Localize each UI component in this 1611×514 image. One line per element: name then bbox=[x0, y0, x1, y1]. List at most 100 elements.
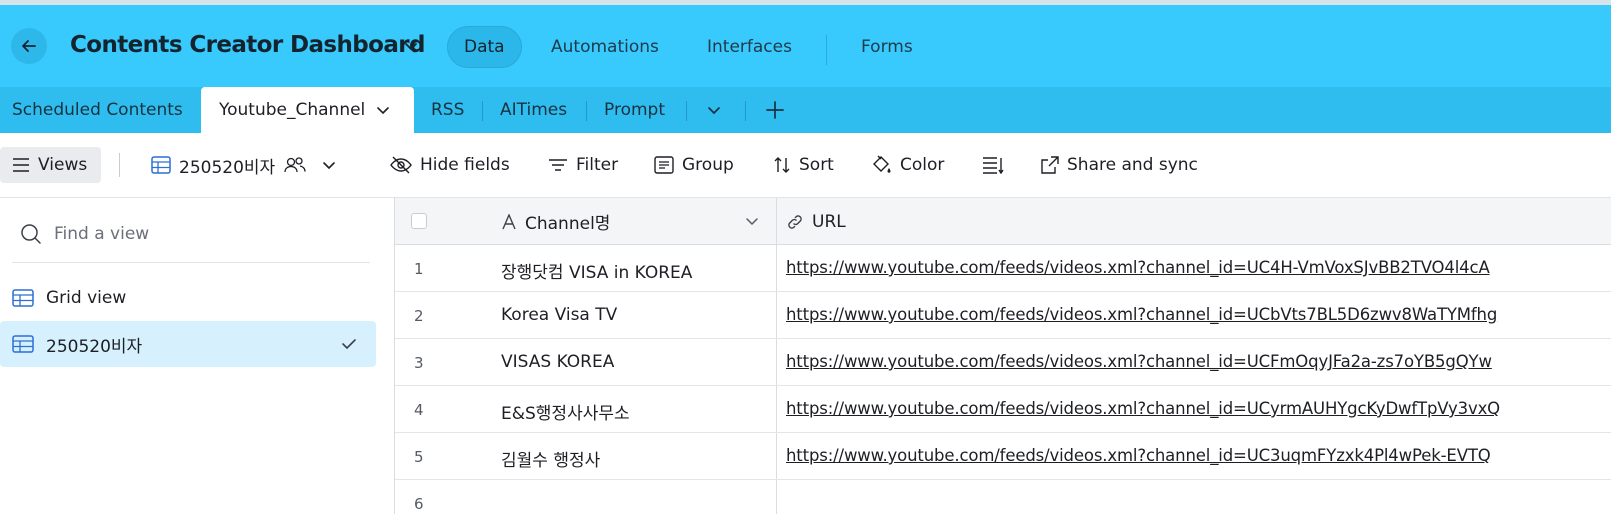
views-sidebar: Find a view Grid view 250520비자 bbox=[0, 198, 394, 514]
current-view-switcher[interactable]: 250520비자 bbox=[151, 147, 337, 183]
table-tab-prompt[interactable]: Prompt bbox=[604, 87, 665, 133]
text-field-icon bbox=[502, 213, 516, 229]
add-table-button[interactable] bbox=[765, 87, 785, 133]
group-button[interactable]: Group bbox=[654, 147, 734, 183]
grid-icon bbox=[12, 289, 34, 307]
url-cell-link[interactable]: https://www.youtube.com/feeds/videos.xml… bbox=[786, 305, 1497, 324]
sort-icon bbox=[774, 157, 790, 173]
group-label: Group bbox=[682, 155, 734, 175]
hide-fields-label: Hide fields bbox=[420, 155, 510, 175]
tab-divider bbox=[586, 101, 587, 121]
base-title[interactable]: Contents Creator Dashboard bbox=[70, 32, 425, 58]
tab-divider bbox=[482, 101, 483, 121]
table-row[interactable]: 3 VISAS KOREA https://www.youtube.com/fe… bbox=[395, 339, 1611, 386]
table-row[interactable]: 2 Korea Visa TV https://www.youtube.com/… bbox=[395, 292, 1611, 339]
column-header-url[interactable]: URL bbox=[786, 198, 846, 245]
more-tables-button[interactable] bbox=[705, 87, 723, 133]
nav-divider bbox=[826, 35, 827, 65]
nav-tab-automations[interactable]: Automations bbox=[551, 26, 659, 68]
row-height-button[interactable] bbox=[982, 147, 1004, 183]
find-view-placeholder: Find a view bbox=[54, 224, 150, 244]
share-label: Share and sync bbox=[1067, 155, 1198, 175]
column-header-label: URL bbox=[812, 211, 846, 232]
table-row[interactable]: 6 bbox=[395, 480, 1611, 514]
menu-icon bbox=[13, 158, 29, 172]
filter-button[interactable]: Filter bbox=[548, 147, 618, 183]
channel-name-cell[interactable]: 장행닷컴 VISA in KOREA bbox=[501, 258, 692, 283]
app-header: Contents Creator Dashboard Data Automati… bbox=[0, 5, 1611, 87]
group-icon bbox=[654, 156, 674, 174]
column-header-label: Channel명 bbox=[525, 214, 611, 234]
url-cell-link[interactable]: https://www.youtube.com/feeds/videos.xml… bbox=[786, 352, 1492, 371]
table-row[interactable]: 5 김월수 행정사 https://www.youtube.com/feeds/… bbox=[395, 433, 1611, 480]
view-item-label: Grid view bbox=[46, 288, 127, 308]
find-view-search[interactable]: Find a view bbox=[20, 223, 149, 245]
channel-name-cell[interactable]: 김월수 행정사 bbox=[501, 446, 600, 471]
view-item-grid-view[interactable]: Grid view bbox=[0, 275, 376, 321]
color-button[interactable]: Color bbox=[870, 147, 944, 183]
views-button[interactable]: Views bbox=[0, 147, 101, 183]
views-label: Views bbox=[38, 155, 88, 175]
chevron-down-icon[interactable] bbox=[375, 102, 391, 118]
back-button[interactable] bbox=[11, 28, 47, 64]
row-number: 5 bbox=[414, 448, 424, 466]
url-cell-link[interactable]: https://www.youtube.com/feeds/videos.xml… bbox=[786, 446, 1491, 465]
row-height-icon bbox=[983, 157, 1004, 174]
row-number: 3 bbox=[414, 354, 424, 372]
table-row[interactable]: 1 장행닷컴 VISA in KOREA https://www.youtube… bbox=[395, 245, 1611, 292]
sidebar-divider bbox=[12, 262, 370, 263]
filter-icon bbox=[549, 159, 567, 171]
collaborators-icon bbox=[284, 157, 306, 173]
eye-off-icon bbox=[390, 156, 412, 174]
grid-icon bbox=[12, 335, 34, 353]
table-row[interactable]: 4 E&S행정사사무소 https://www.youtube.com/feed… bbox=[395, 386, 1611, 433]
view-item-label: 250520비자 bbox=[46, 336, 143, 357]
table-tab-rss[interactable]: RSS bbox=[431, 87, 464, 133]
checkmark-icon bbox=[342, 339, 356, 350]
table-tab-bar: Scheduled Contents Youtube_Channel RSS A… bbox=[0, 87, 1611, 133]
chevron-down-icon[interactable] bbox=[402, 37, 420, 55]
tab-divider bbox=[686, 101, 687, 121]
grid-header-row: Channel명 URL bbox=[395, 198, 1611, 245]
row-number: 4 bbox=[414, 401, 424, 419]
hide-fields-button[interactable]: Hide fields bbox=[390, 147, 510, 183]
plus-icon bbox=[766, 101, 784, 119]
select-all-checkbox[interactable] bbox=[411, 213, 427, 229]
chevron-down-icon bbox=[708, 107, 720, 115]
sort-button[interactable]: Sort bbox=[773, 147, 834, 183]
chevron-down-icon bbox=[323, 162, 335, 170]
color-bucket-icon bbox=[873, 155, 891, 173]
current-view-name: 250520비자 bbox=[179, 157, 276, 178]
row-number: 1 bbox=[414, 260, 424, 278]
row-number: 6 bbox=[414, 495, 424, 513]
url-cell-link[interactable]: https://www.youtube.com/feeds/videos.xml… bbox=[786, 399, 1500, 418]
share-and-sync-button[interactable]: Share and sync bbox=[1041, 147, 1198, 183]
view-item-250520[interactable]: 250520비자 bbox=[0, 321, 376, 367]
filter-label: Filter bbox=[576, 155, 619, 175]
view-toolbar: Views 250520비자 Hide fields Filter Group … bbox=[0, 133, 1611, 198]
column-header-channel[interactable]: Channel명 bbox=[501, 198, 771, 245]
nav-tab-forms[interactable]: Forms bbox=[861, 26, 913, 68]
channel-name-cell[interactable]: VISAS KOREA bbox=[501, 352, 614, 372]
nav-tab-interfaces[interactable]: Interfaces bbox=[707, 26, 792, 68]
share-icon bbox=[1041, 156, 1059, 174]
row-number: 2 bbox=[414, 307, 424, 325]
tab-divider bbox=[745, 101, 746, 121]
link-icon bbox=[788, 214, 802, 229]
nav-tab-data[interactable]: Data bbox=[447, 26, 522, 68]
table-tab-youtube-channel[interactable]: Youtube_Channel bbox=[201, 87, 414, 133]
grid-icon bbox=[151, 156, 171, 174]
toolbar-divider bbox=[119, 153, 120, 177]
channel-name-cell[interactable]: Korea Visa TV bbox=[501, 305, 617, 325]
chevron-down-icon[interactable] bbox=[745, 214, 759, 228]
color-label: Color bbox=[900, 155, 945, 175]
sort-label: Sort bbox=[799, 155, 834, 175]
search-icon bbox=[21, 224, 41, 244]
table-tab-aitimes[interactable]: AITimes bbox=[500, 87, 567, 133]
back-arrow-icon bbox=[22, 40, 36, 52]
table-tab-scheduled-contents[interactable]: Scheduled Contents bbox=[12, 87, 183, 133]
url-cell-link[interactable]: https://www.youtube.com/feeds/videos.xml… bbox=[786, 258, 1490, 277]
data-grid: Channel명 URL 1 장행닷컴 VISA in KOREA https:… bbox=[394, 198, 1611, 514]
channel-name-cell[interactable]: E&S행정사사무소 bbox=[501, 399, 630, 424]
table-tab-label: Youtube_Channel bbox=[219, 100, 366, 120]
